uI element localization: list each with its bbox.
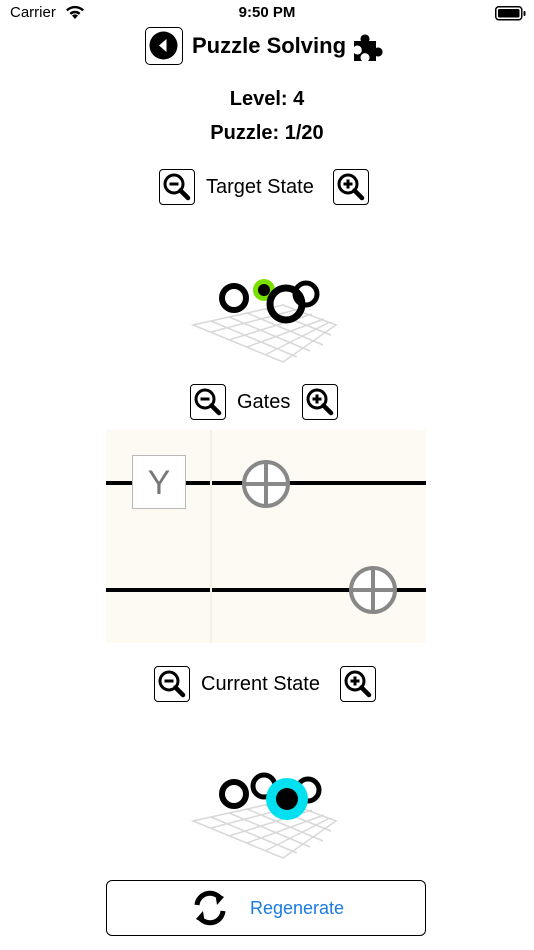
current-zoom-out-button[interactable] [154,666,190,702]
cnot-target-gate-2[interactable] [348,565,398,620]
battery-icon [495,6,527,26]
target-state-label: Target State [206,176,314,198]
puzzle-counter: Puzzle: 1/20 [210,122,324,144]
gates-label: Gates [237,391,291,413]
zoom-in-icon [337,173,365,201]
y-gate[interactable]: Y [132,455,186,509]
plus-circle-icon [242,460,290,508]
column-divider [210,430,212,643]
plus-circle-icon [349,566,397,614]
page-title: Puzzle Solving [192,33,347,58]
level-label: Level: 4 [229,88,305,110]
target-zoom-out-button[interactable] [159,169,195,205]
current-zoom-in-button[interactable] [340,666,376,702]
regenerate-button[interactable]: Regenerate [106,880,426,936]
puzzle-piece-icon [350,29,386,68]
current-state-label: Current State [201,673,320,695]
cnot-target-gate-1[interactable] [241,459,291,514]
target-zoom-in-button[interactable] [333,169,369,205]
current-state-view [188,766,348,871]
status-time: 9:50 PM [238,4,296,21]
gates-zoom-out-button[interactable] [190,384,226,420]
back-button[interactable] [145,27,183,65]
regenerate-label: Regenerate [250,898,345,918]
refresh-icon [189,887,231,934]
gates-zoom-in-button[interactable] [302,384,338,420]
target-state-view [188,270,348,375]
back-arrow-icon [149,31,178,60]
zoom-out-icon [194,388,222,416]
zoom-in-icon [306,388,334,416]
zoom-out-icon [158,670,186,698]
gates-circuit[interactable]: Y [106,430,426,643]
zoom-in-icon [344,670,372,698]
zoom-out-icon [163,173,191,201]
